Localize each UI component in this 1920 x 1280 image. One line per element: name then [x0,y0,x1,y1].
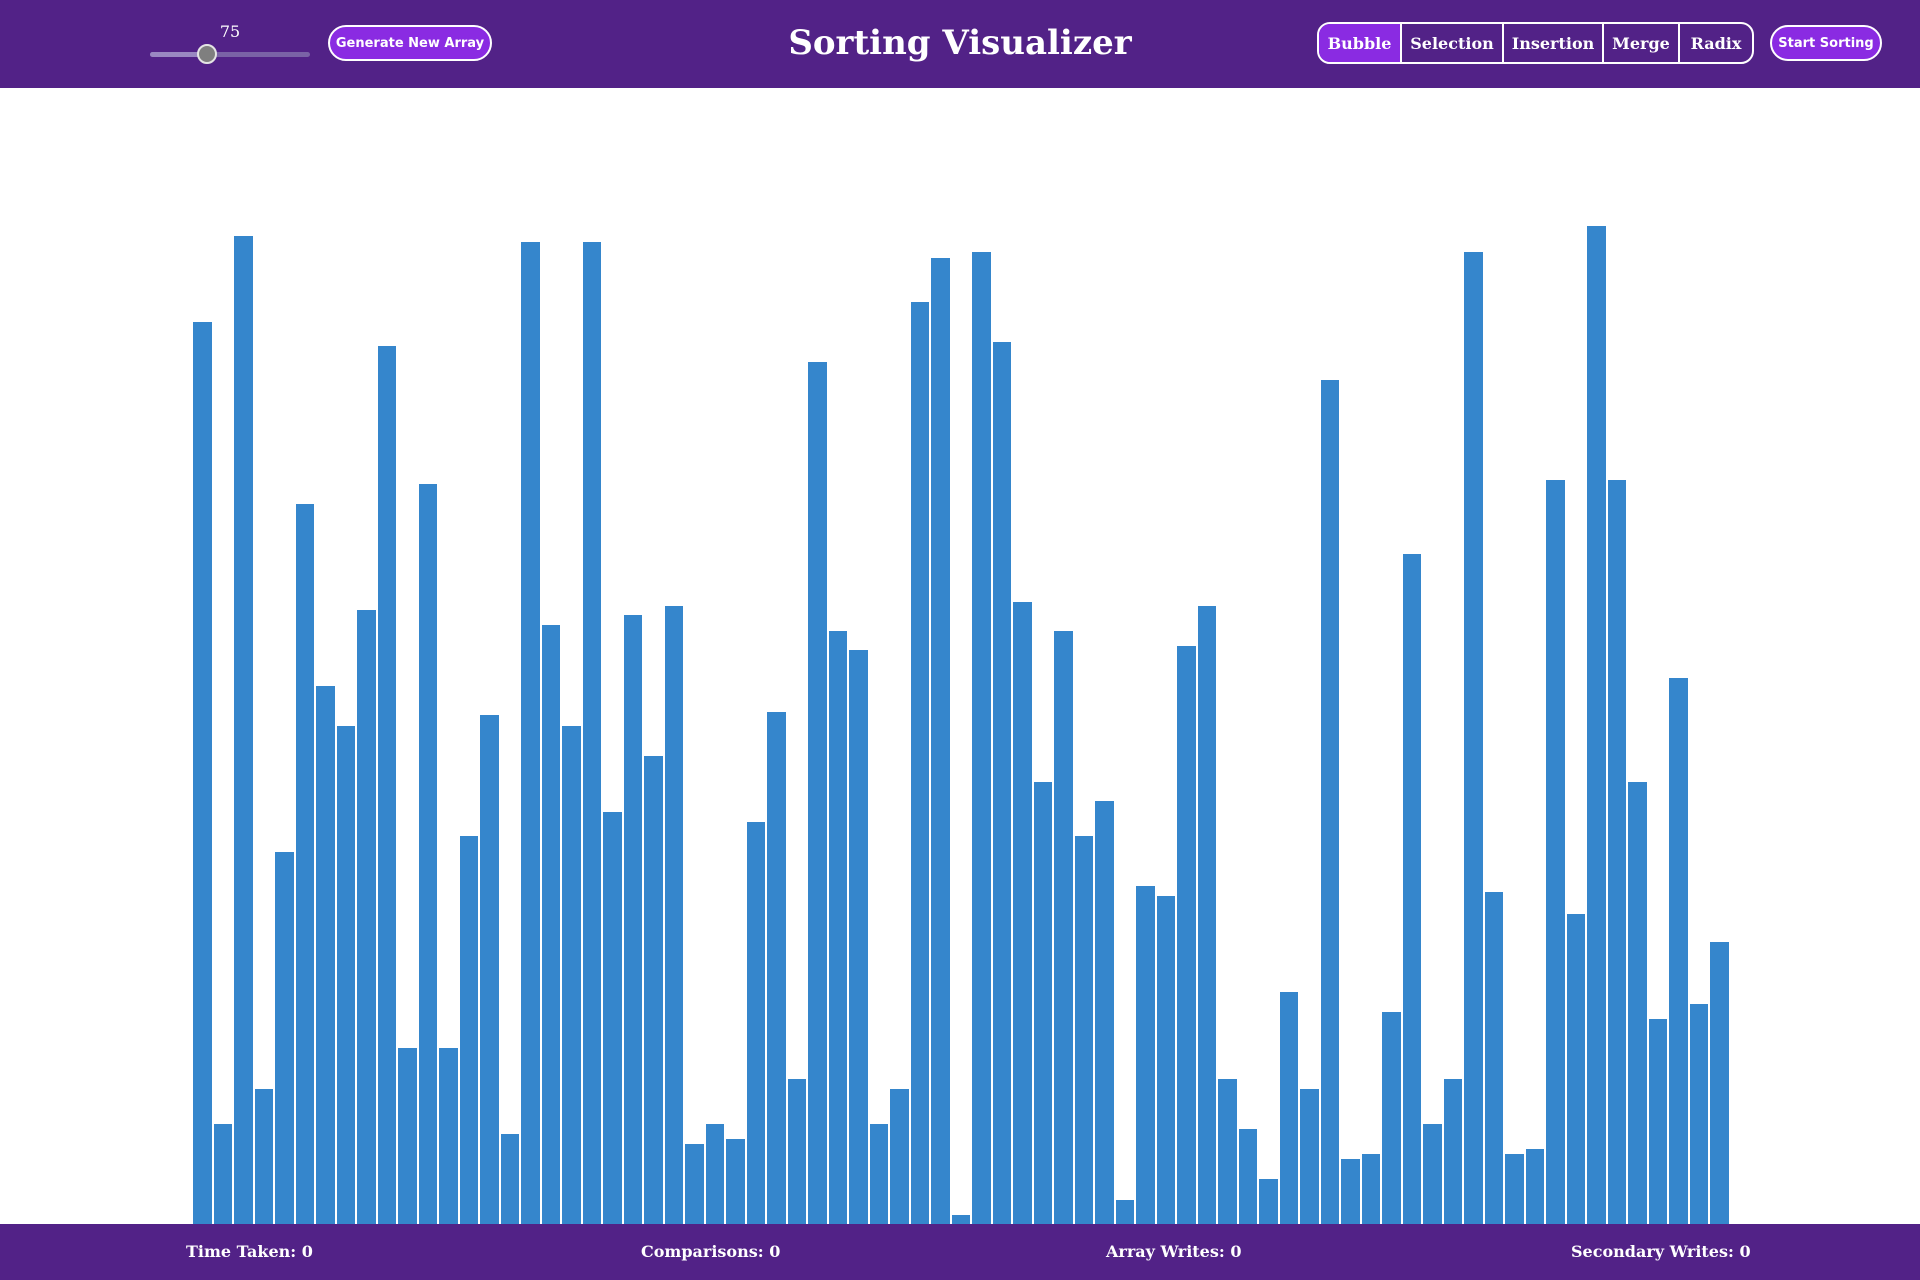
array-bar [972,252,991,1224]
array-bar [1177,646,1196,1224]
array-bar [828,631,847,1224]
algo-selection-button[interactable]: Selection [1402,24,1504,62]
array-bar [644,756,663,1224]
algo-merge-button[interactable]: Merge [1604,24,1680,62]
top-navbar: 75 Generate New Array Sorting Visualizer… [0,0,1920,88]
array-bar [316,686,335,1224]
array-bar [685,1144,704,1224]
array-bar [582,242,601,1224]
array-bar [1136,886,1155,1224]
array-bar [1607,480,1626,1224]
array-bar [1628,782,1647,1224]
array-bar [541,625,560,1224]
array-bar [377,346,396,1224]
slider-thumb[interactable] [197,44,218,64]
array-bar [1648,1019,1667,1224]
page-title: Sorting Visualizer [788,23,1132,63]
array-bar [500,1134,519,1224]
array-bar [1689,1004,1708,1224]
array-bar [1546,480,1565,1224]
array-bar [1197,606,1216,1224]
algo-insertion-button[interactable]: Insertion [1504,24,1604,62]
array-bar [787,1079,806,1224]
array-bar [808,362,827,1224]
array-bar [746,822,765,1224]
array-bar [1382,1012,1401,1224]
array-bar [1669,678,1688,1224]
array-bar [1279,992,1298,1224]
array-bar [992,342,1011,1224]
array-bar [603,812,622,1224]
array-bar [439,1048,458,1224]
stats-footer: Time Taken: 0 Comparisons: 0 Array Write… [0,1224,1920,1280]
array-bar [1238,1129,1257,1224]
array-bar [1423,1124,1442,1224]
array-bar [193,322,212,1224]
array-bar [664,606,683,1224]
array-bar [1074,836,1093,1224]
array-bar [931,258,950,1224]
array-bar [459,836,478,1224]
array-bar [1300,1089,1319,1224]
array-bar [1402,554,1421,1224]
array-bar [623,615,642,1224]
array-bar [869,1124,888,1224]
array-size-slider[interactable] [150,52,310,57]
array-writes-stat: Array Writes: 0 [1106,1242,1242,1261]
array-bars [0,88,1920,1224]
array-bar [418,484,437,1224]
array-bar [1710,942,1729,1224]
array-bar [1033,782,1052,1224]
array-bar [1587,226,1606,1224]
array-size-value: 75 [219,22,241,41]
array-bar [890,1089,909,1224]
array-bar [357,610,376,1224]
array-bar [234,236,253,1224]
secondary-writes-stat: Secondary Writes: 0 [1571,1242,1751,1261]
array-bar [521,242,540,1224]
array-bar [1361,1154,1380,1224]
algo-bubble-button[interactable]: Bubble [1319,24,1402,62]
array-bar [1095,801,1114,1224]
array-bar [1115,1200,1134,1224]
array-bar [562,726,581,1224]
array-bar [1443,1079,1462,1224]
array-bar [1320,380,1339,1224]
array-bar [480,715,499,1224]
array-bar [1259,1179,1278,1224]
array-bar [1525,1149,1544,1224]
array-bar [1341,1159,1360,1224]
algorithm-selector: Bubble Selection Insertion Merge Radix [1317,22,1754,64]
generate-new-array-button[interactable]: Generate New Array [328,25,492,61]
array-bar [336,726,355,1224]
array-bar [213,1124,232,1224]
comparisons-stat: Comparisons: 0 [641,1242,781,1261]
array-bar [398,1048,417,1224]
array-bar [767,712,786,1224]
array-bar [849,650,868,1224]
array-bar [1505,1154,1524,1224]
array-bar [1484,892,1503,1224]
array-bar [1566,914,1585,1224]
array-bar [275,852,294,1224]
start-sorting-button[interactable]: Start Sorting [1770,25,1882,61]
array-bar [295,504,314,1224]
array-bar [910,302,929,1224]
array-bar [1464,252,1483,1224]
algo-radix-button[interactable]: Radix [1680,24,1752,62]
array-bar [1013,602,1032,1224]
array-bar [1156,896,1175,1224]
array-bar [1054,631,1073,1224]
array-bar [705,1124,724,1224]
array-bar [951,1215,970,1224]
time-taken-stat: Time Taken: 0 [186,1242,313,1261]
array-bar [1218,1079,1237,1224]
array-bar [726,1139,745,1224]
array-bar [254,1089,273,1224]
